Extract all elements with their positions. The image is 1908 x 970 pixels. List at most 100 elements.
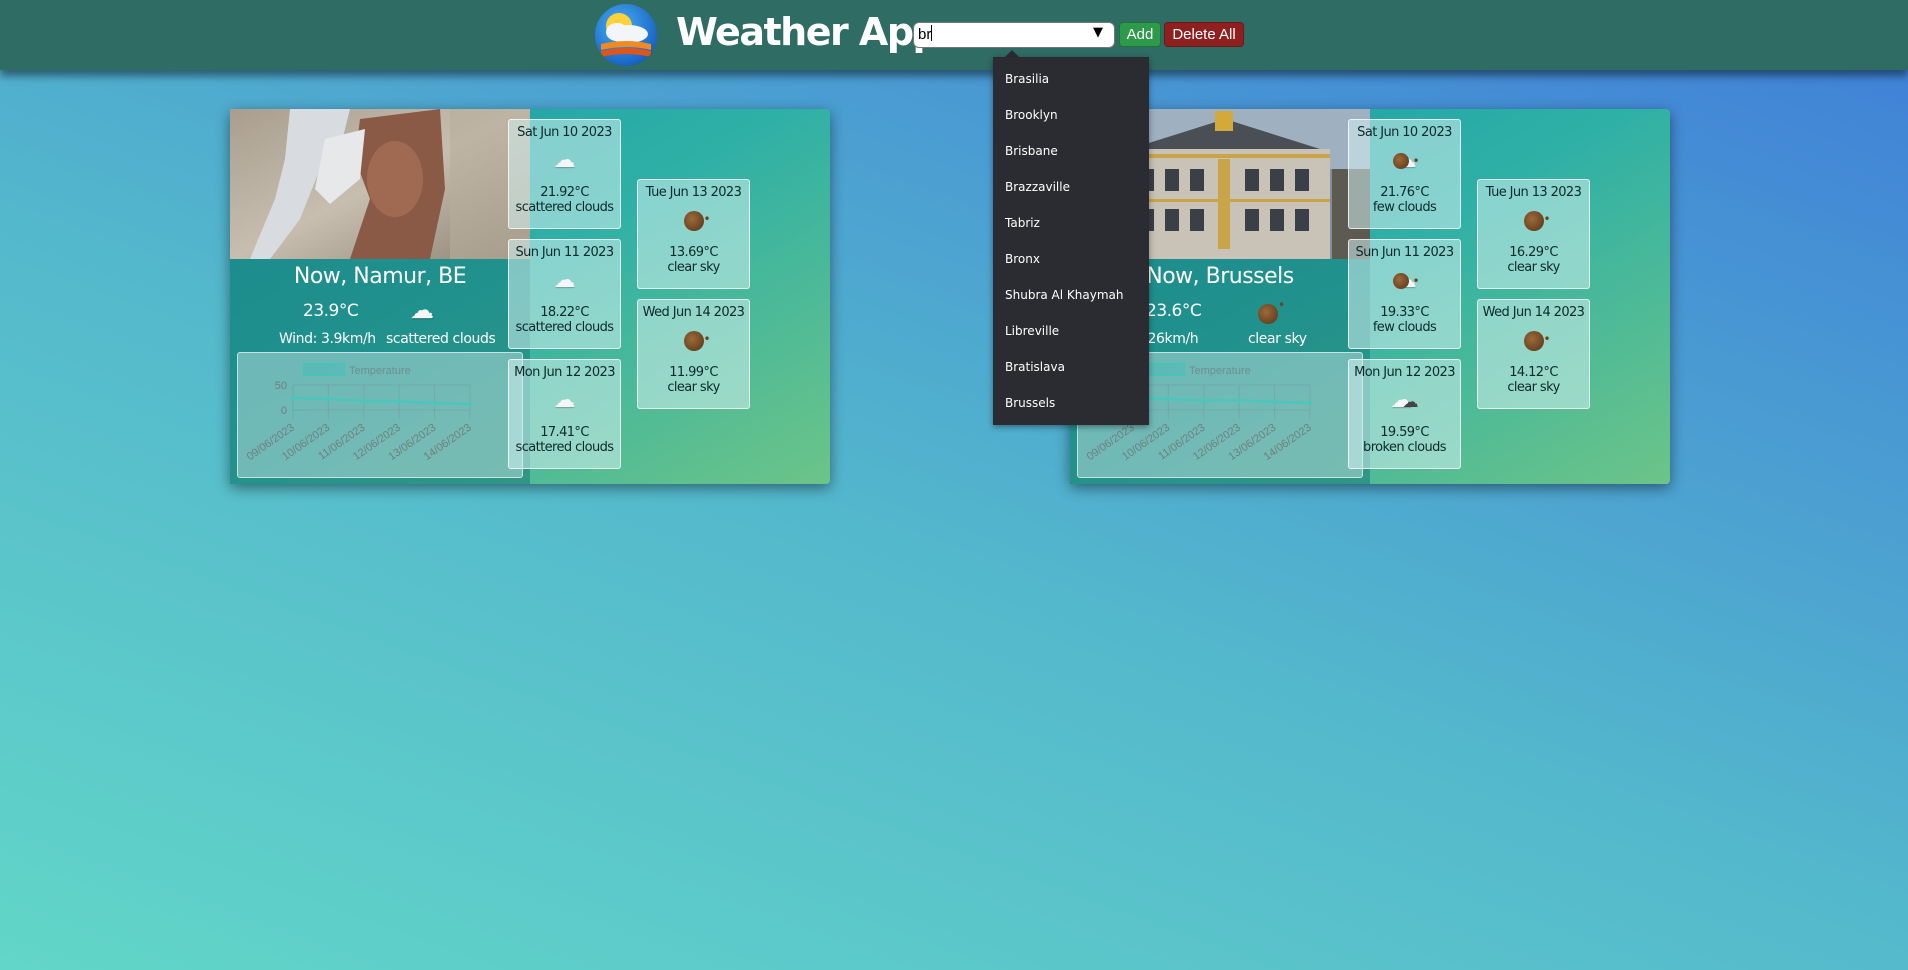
partly-cloudy-icon: ☁ xyxy=(1349,147,1460,175)
cloud-icon: ☁ xyxy=(553,388,576,413)
app-logo-icon xyxy=(595,4,657,66)
current-temperature: 23.9°C xyxy=(303,301,359,321)
forecast-temperature: 17.41°C xyxy=(540,425,589,440)
sun-icon xyxy=(1258,298,1285,327)
city-photo xyxy=(230,109,530,259)
forecast-day-card: Mon Jun 12 2023 ☁ 17.41°C scattered clouds xyxy=(508,359,621,469)
forecast-day-card: Wed Jun 14 2023 14.12°Cclear sky xyxy=(1477,299,1590,409)
forecast-temperature: 13.69°C xyxy=(669,245,718,260)
forecast-day-card: Tue Jun 13 2023 13.69°Cclear sky xyxy=(637,179,750,289)
suggestion-item[interactable]: Brasilia xyxy=(993,61,1149,97)
cloud-icon: ☁ xyxy=(553,148,576,173)
delete-all-button[interactable]: Delete All xyxy=(1164,22,1244,47)
data-point[interactable] xyxy=(325,396,331,402)
temperature-chart: Temperature05009/06/202310/06/202311/06/… xyxy=(237,352,523,478)
forecast-date: Tue Jun 13 2023 xyxy=(645,185,742,200)
forecast-temperature: 21.92°C xyxy=(540,185,589,200)
cloud-icon: ☁ xyxy=(553,268,576,293)
add-button[interactable]: Add xyxy=(1119,22,1161,47)
suggestion-item[interactable]: Bratislava xyxy=(993,349,1149,385)
forecast-temperature: 16.29°C xyxy=(1509,245,1558,260)
forecast-temperature: 19.59°C xyxy=(1380,425,1429,440)
app-title: Weather App xyxy=(676,10,940,54)
data-point[interactable] xyxy=(432,400,438,406)
current-description: clear sky xyxy=(1248,331,1307,347)
data-point[interactable] xyxy=(467,401,473,407)
suggestion-item[interactable]: Brussels xyxy=(993,385,1149,421)
forecast-day-card: Sun Jun 11 2023 ☁ 18.22°C scattered clouds xyxy=(508,239,621,349)
y-tick-label: 0 xyxy=(281,405,287,417)
legend-label: Temperature xyxy=(1189,365,1251,377)
forecast-description: scattered clouds xyxy=(515,320,615,335)
forecast-day-card: Tue Jun 13 2023 16.29°Cclear sky xyxy=(1477,179,1590,289)
legend-swatch xyxy=(303,363,345,376)
weather-card-brussels: Now, Brussels 23.6°C Wind: 4.26km/h clea… xyxy=(1070,109,1670,484)
forecast-description: clear sky xyxy=(1507,380,1560,395)
forecast-temperature: 18.22°C xyxy=(540,305,589,320)
forecast-date: Sun Jun 11 2023 xyxy=(1355,245,1454,260)
data-point[interactable] xyxy=(290,395,296,401)
sun-icon xyxy=(1478,205,1589,235)
city-search-value: br xyxy=(918,26,932,43)
forecast-description: clear sky xyxy=(1507,260,1560,275)
city-suggestion-list: Brasilia Brooklyn Brisbane Brazzaville Tabri… xyxy=(993,57,1149,425)
sun-icon xyxy=(638,205,749,235)
legend-label: Temperature xyxy=(349,365,411,377)
partly-cloudy-icon: ☁ xyxy=(1349,267,1460,295)
dropdown-arrow-icon[interactable]: ▼ xyxy=(1093,25,1103,40)
sun-icon xyxy=(638,325,749,355)
suggestion-item[interactable]: Libreville xyxy=(993,313,1149,349)
forecast-temperature: 11.99°C xyxy=(669,365,718,380)
forecast-description: broken clouds xyxy=(1363,440,1446,455)
forecast-date: Sat Jun 10 2023 xyxy=(1357,125,1452,140)
forecast-day-card: Sat Jun 10 2023 ☁ 21.76°Cfew clouds xyxy=(1348,119,1461,229)
forecast-day-card: Mon Jun 12 2023 ☁☁ 19.59°C broken clouds xyxy=(1348,359,1461,469)
temperature-series-line xyxy=(1132,396,1311,405)
data-point[interactable] xyxy=(396,398,402,404)
text-caret xyxy=(931,25,933,41)
forecast-date: Mon Jun 12 2023 xyxy=(514,365,615,380)
forecast-description: clear sky xyxy=(667,380,720,395)
current-temperature: 23.6°C xyxy=(1146,301,1202,321)
data-point[interactable] xyxy=(1272,399,1278,405)
y-tick-label: 50 xyxy=(275,380,287,392)
forecast-description: scattered clouds xyxy=(515,200,615,215)
suggestion-item[interactable]: Shubra Al Khaymah xyxy=(993,277,1149,313)
current-description: scattered clouds xyxy=(386,331,496,347)
temperature-series-line xyxy=(292,396,471,406)
suggestion-item[interactable]: Bronx xyxy=(993,241,1149,277)
forecast-day-card: Sun Jun 11 2023 ☁ 19.33°Cfew clouds xyxy=(1348,239,1461,349)
current-location-title: Now, Namur, BE xyxy=(293,264,467,289)
forecast-description: few clouds xyxy=(1372,200,1437,215)
data-point[interactable] xyxy=(1165,396,1171,402)
current-weather-panel: Now, Namur, BE 23.9°C ☁ Wind: 3.9km/h sc… xyxy=(230,109,530,484)
broken-clouds-icon: ☁☁ xyxy=(1390,388,1419,413)
suggestion-item[interactable]: Brisbane xyxy=(993,133,1149,169)
forecast-day-card: Sat Jun 10 2023 ☁ 21.92°C scattered clouds xyxy=(508,119,621,229)
forecast-temperature: 14.12°C xyxy=(1509,365,1558,380)
sun-icon xyxy=(1478,325,1589,355)
forecast-description: few clouds xyxy=(1372,320,1437,335)
legend-swatch xyxy=(1143,363,1185,376)
forecast-date: Sat Jun 10 2023 xyxy=(517,125,612,140)
data-point[interactable] xyxy=(1236,397,1242,403)
forecast-date: Sun Jun 11 2023 xyxy=(515,245,614,260)
suggestion-item[interactable]: Brooklyn xyxy=(993,97,1149,133)
forecast-description: clear sky xyxy=(667,260,720,275)
current-wind: Wind: 3.9km/h xyxy=(279,331,376,347)
forecast-date: Wed Jun 14 2023 xyxy=(1482,305,1585,320)
suggestion-item[interactable]: Tabriz xyxy=(993,205,1149,241)
city-search-input[interactable]: br xyxy=(913,22,1115,48)
data-point[interactable] xyxy=(361,398,367,404)
forecast-temperature: 19.33°C xyxy=(1380,305,1429,320)
data-point[interactable] xyxy=(1201,397,1207,403)
forecast-date: Wed Jun 14 2023 xyxy=(642,305,745,320)
cloud-icon: ☁ xyxy=(410,296,434,324)
data-point[interactable] xyxy=(1307,400,1313,406)
forecast-description: scattered clouds xyxy=(515,440,615,455)
forecast-date: Tue Jun 13 2023 xyxy=(1485,185,1582,200)
weather-card-namur: Now, Namur, BE 23.9°C ☁ Wind: 3.9km/h sc… xyxy=(230,109,830,484)
forecast-day-card: Wed Jun 14 2023 11.99°Cclear sky xyxy=(637,299,750,409)
app-header: Weather App br ▼ Add Delete All xyxy=(0,0,1908,70)
suggestion-item[interactable]: Brazzaville xyxy=(993,169,1149,205)
